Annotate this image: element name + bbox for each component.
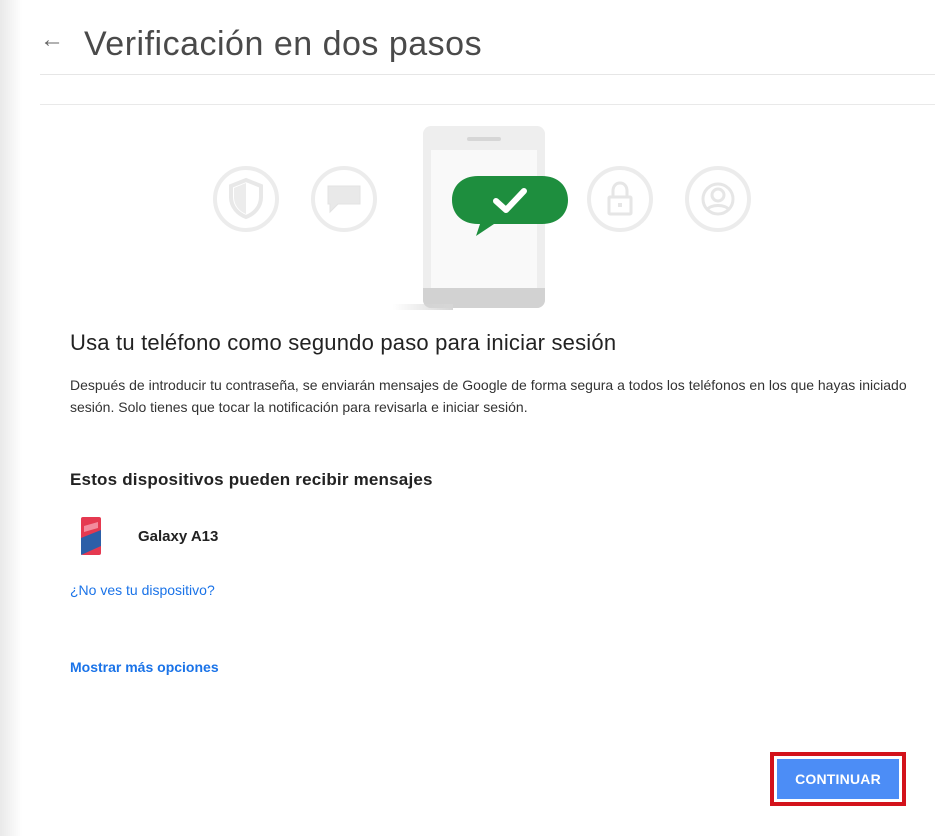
header-divider (40, 74, 935, 75)
continue-button[interactable]: CONTINUAR (777, 759, 899, 799)
account-circle-icon (685, 166, 751, 232)
more-options-link[interactable]: Mostrar más opciones (70, 659, 219, 675)
checkmark-bubble-icon (452, 176, 568, 236)
missing-device-link[interactable]: ¿No ves tu dispositivo? (70, 582, 215, 598)
section-divider (40, 104, 935, 105)
shield-icon (213, 166, 279, 232)
page-header: ← Verificación en dos pasos (40, 18, 935, 78)
device-name: Galaxy A13 (138, 528, 219, 545)
lock-icon (587, 166, 653, 232)
chat-bubble-icon (311, 166, 377, 232)
page-title: Verificación en dos pasos (84, 25, 483, 63)
devices-heading: Estos dispositivos pueden recibir mensaj… (70, 470, 433, 489)
phone-shadow (393, 304, 453, 310)
section-heading: Usa tu teléfono como segundo paso para i… (70, 330, 617, 355)
arrow-left-icon[interactable]: ← (40, 28, 64, 52)
smartphone-icon (81, 517, 101, 555)
device-item: Galaxy A13 (80, 516, 480, 556)
left-edge-shadow (0, 0, 22, 836)
hero-illustration (205, 120, 765, 320)
description-text: Después de introducir tu contraseña, se … (70, 377, 907, 415)
